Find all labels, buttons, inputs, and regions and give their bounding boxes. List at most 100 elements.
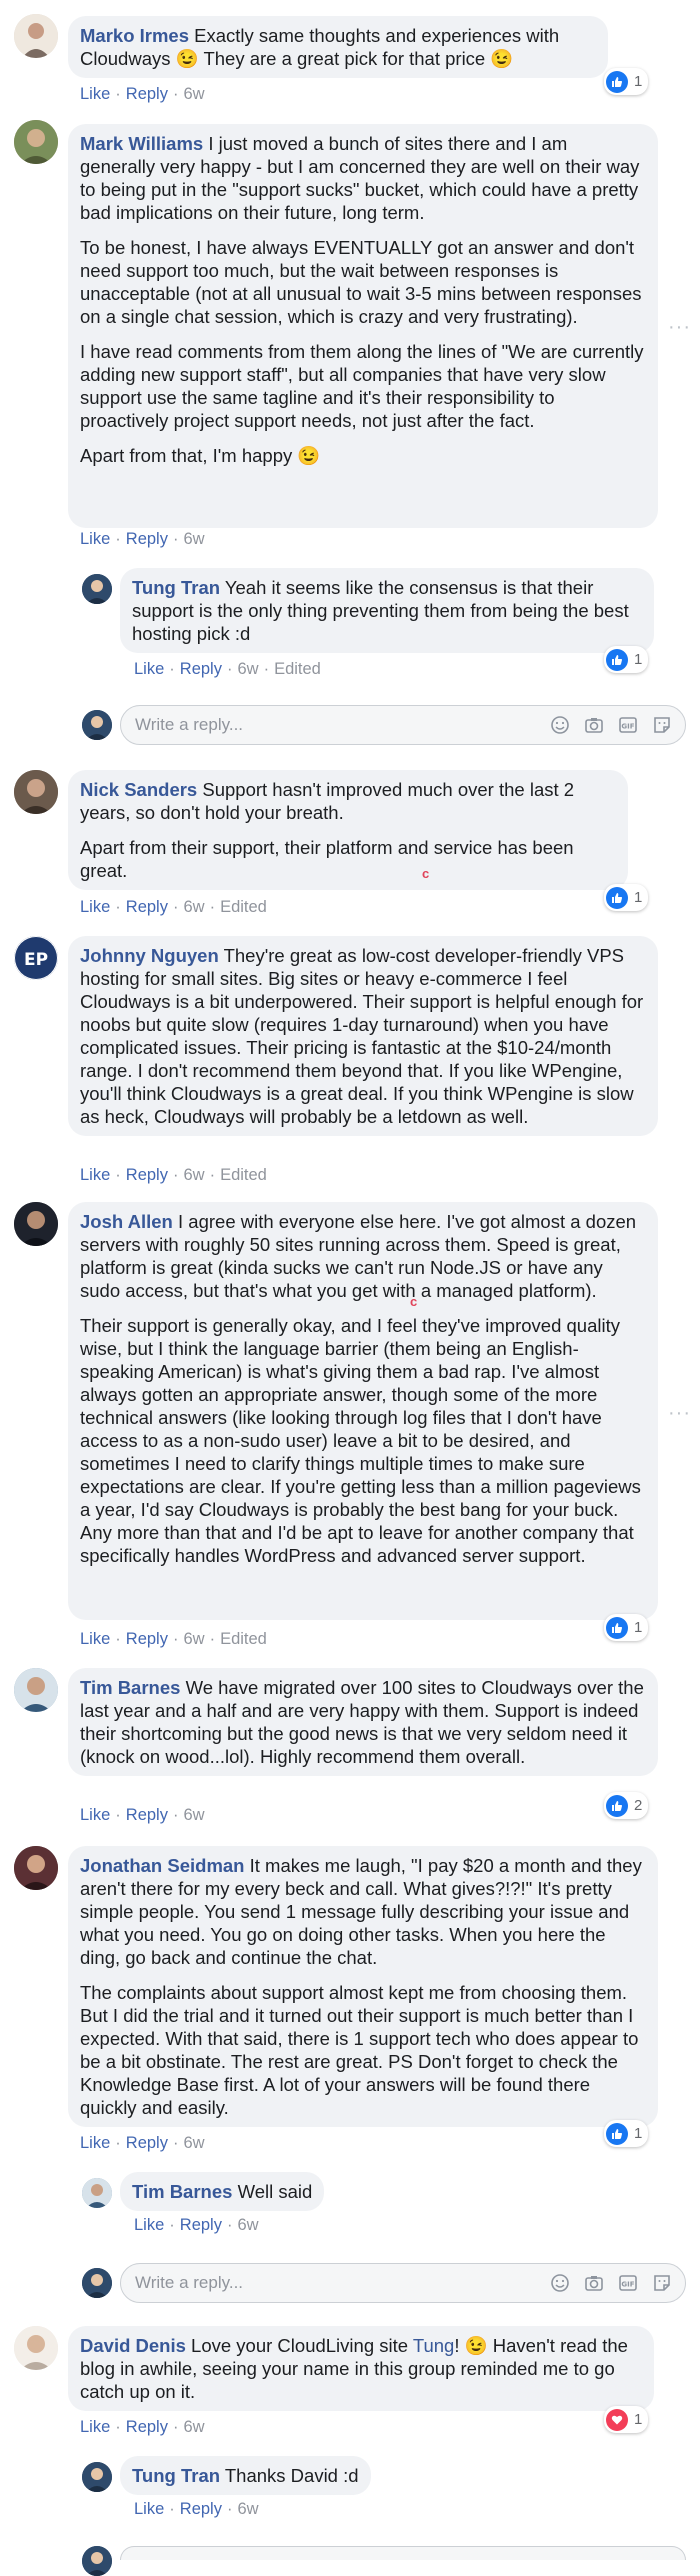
reply-link[interactable]: Reply — [126, 85, 168, 103]
reply-link[interactable]: Reply — [180, 660, 222, 678]
avatar[interactable] — [14, 120, 58, 164]
timestamp[interactable]: 6w — [237, 660, 258, 678]
edited-label[interactable]: Edited — [220, 898, 267, 916]
reply-link[interactable]: Reply — [126, 1166, 168, 1184]
reply-link[interactable]: Reply — [180, 2216, 222, 2234]
avatar[interactable] — [14, 2326, 58, 2370]
author-name[interactable]: Johnny Nguyen — [80, 945, 219, 966]
timestamp[interactable]: 6w — [183, 2418, 204, 2436]
reply-link[interactable]: Reply — [180, 2500, 222, 2518]
author-name[interactable]: Nick Sanders — [80, 779, 197, 800]
edited-label[interactable]: Edited — [220, 1630, 267, 1648]
avatar[interactable]: EP — [14, 936, 58, 980]
svg-text:GIF: GIF — [621, 723, 634, 731]
more-options-icon[interactable]: ··· — [668, 316, 691, 339]
author-name[interactable]: Tim Barnes — [80, 1677, 180, 1698]
avatar[interactable] — [14, 770, 58, 814]
reply-link[interactable]: Reply — [126, 1806, 168, 1824]
comment-bubble: Mark Williams I just moved a bunch of si… — [68, 124, 658, 528]
reaction-number: 1 — [634, 73, 643, 90]
reply-link[interactable]: Reply — [126, 898, 168, 916]
sticker-icon[interactable] — [651, 714, 673, 736]
timestamp[interactable]: 6w — [183, 2134, 204, 2152]
reply-link[interactable]: Reply — [126, 2418, 168, 2436]
comment-actions: Like · Reply · 6w — [134, 2500, 259, 2518]
avatar[interactable] — [82, 2462, 112, 2492]
reaction-count[interactable]: 1 — [604, 1614, 649, 1641]
like-reaction-icon — [606, 1794, 628, 1817]
reaction-count[interactable]: 2 — [604, 1792, 649, 1819]
reaction-number: 1 — [634, 2125, 643, 2142]
camera-icon[interactable] — [583, 2272, 605, 2294]
reply-link[interactable]: Reply — [126, 2134, 168, 2152]
like-link[interactable]: Like — [80, 530, 110, 548]
reaction-count[interactable]: 1 — [604, 884, 649, 911]
like-link[interactable]: Like — [134, 660, 164, 678]
author-name[interactable]: David Denis — [80, 2335, 186, 2356]
edited-label[interactable]: Edited — [274, 660, 321, 678]
like-reaction-icon — [606, 1616, 628, 1639]
avatar — [82, 2546, 112, 2576]
comment-text: Apart from that, I'm happy 😉 — [80, 445, 321, 466]
avatar[interactable] — [14, 14, 58, 58]
comment-bubble: Marko Irmes Exactly same thoughts and ex… — [68, 16, 608, 78]
comment-text: I have read comments from them along the… — [80, 341, 644, 431]
sticker-icon[interactable] — [651, 2272, 673, 2294]
timestamp[interactable]: 6w — [183, 530, 204, 548]
cursor-marker: c — [422, 866, 430, 881]
timestamp[interactable]: 6w — [183, 1806, 204, 1824]
timestamp[interactable]: 6w — [183, 85, 204, 103]
avatar[interactable] — [14, 1846, 58, 1890]
reaction-count[interactable]: 1 — [604, 2120, 649, 2147]
more-options-icon[interactable]: ··· — [668, 1402, 691, 1425]
reply-link[interactable]: Reply — [126, 530, 168, 548]
author-name[interactable]: Mark Williams — [80, 133, 203, 154]
like-link[interactable]: Like — [134, 2216, 164, 2234]
camera-icon[interactable] — [583, 714, 605, 736]
timestamp[interactable]: 6w — [237, 2216, 258, 2234]
like-link[interactable]: Like — [80, 1630, 110, 1648]
like-reaction-icon — [606, 886, 628, 909]
author-name[interactable]: Josh Allen — [80, 1211, 173, 1232]
avatar[interactable] — [14, 1202, 58, 1246]
reply-input[interactable] — [133, 2272, 549, 2294]
like-link[interactable]: Like — [80, 898, 110, 916]
reaction-number: 1 — [634, 651, 643, 668]
mention-link[interactable]: Tung — [413, 2335, 454, 2356]
author-name[interactable]: Tung Tran — [132, 2465, 220, 2486]
comment-text: They're great as low-cost developer-frie… — [80, 945, 644, 1127]
emoji-icon[interactable] — [549, 714, 571, 736]
timestamp[interactable]: 6w — [183, 898, 204, 916]
comment-actions: Like · Reply · 6w · Edited — [80, 1630, 267, 1648]
avatar[interactable] — [82, 574, 112, 604]
like-link[interactable]: Like — [80, 1166, 110, 1184]
reaction-count[interactable]: 1 — [604, 68, 649, 95]
emoji-icon[interactable] — [549, 2272, 571, 2294]
author-name[interactable]: Tung Tran — [132, 577, 220, 598]
timestamp[interactable]: 6w — [237, 2500, 258, 2518]
author-name[interactable]: Tim Barnes — [132, 2181, 232, 2202]
edited-label[interactable]: Edited — [220, 1166, 267, 1184]
avatar[interactable] — [82, 2178, 112, 2208]
comment-text: Well said — [237, 2181, 313, 2202]
reaction-number: 2 — [634, 1797, 643, 1814]
author-name[interactable]: Marko Irmes — [80, 25, 189, 46]
reply-link[interactable]: Reply — [126, 1630, 168, 1648]
reaction-count[interactable]: 1 — [604, 2406, 649, 2433]
reply-input[interactable] — [133, 714, 549, 736]
reaction-count[interactable]: 1 — [604, 646, 649, 673]
gif-icon[interactable]: GIF — [617, 714, 639, 736]
like-link[interactable]: Like — [80, 2418, 110, 2436]
like-reaction-icon — [606, 648, 628, 671]
avatar[interactable] — [14, 1668, 58, 1712]
timestamp[interactable]: 6w — [183, 1166, 204, 1184]
comment-actions: Like · Reply · 6w — [80, 2134, 205, 2152]
timestamp[interactable]: 6w — [183, 1630, 204, 1648]
like-link[interactable]: Like — [80, 2134, 110, 2152]
author-name[interactable]: Jonathan Seidman — [80, 1855, 244, 1876]
like-link[interactable]: Like — [80, 1806, 110, 1824]
comment-text: The complaints about support almost kept… — [80, 1982, 639, 2118]
gif-icon[interactable]: GIF — [617, 2272, 639, 2294]
like-link[interactable]: Like — [80, 85, 110, 103]
like-link[interactable]: Like — [134, 2500, 164, 2518]
